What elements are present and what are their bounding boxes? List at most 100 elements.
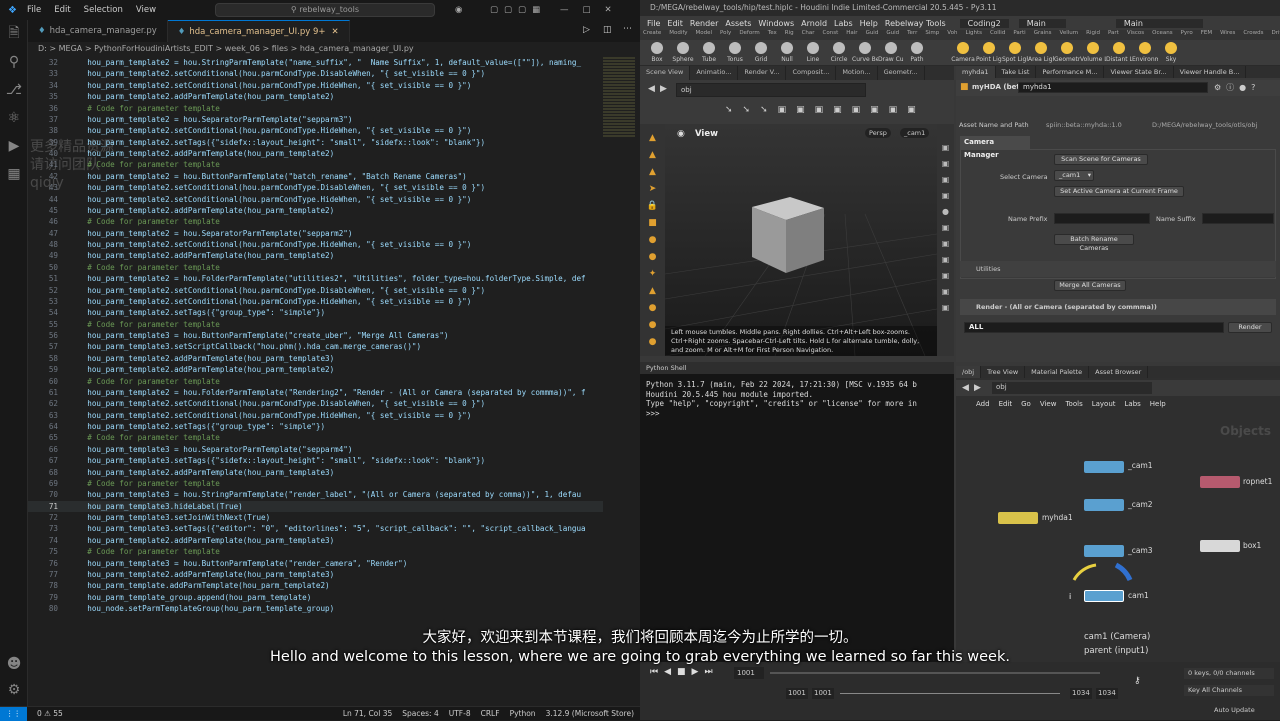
code-line[interactable]: 57 hou_parm_template3.setScriptCallback(… — [28, 341, 603, 352]
node-ropnet1[interactable] — [1200, 476, 1240, 488]
houdini-menu-item[interactable]: Main — [1018, 18, 1066, 28]
tab-hda-camera-manager-ui[interactable]: ♦ hda_camera_manager_UI.py 9+ ✕ — [167, 20, 350, 42]
code-line[interactable]: 36 # Code for parameter template — [28, 103, 603, 114]
shelf-tool[interactable]: Point Light — [976, 42, 1002, 63]
houdini-menu-item[interactable]: Labs — [834, 19, 853, 28]
code-line[interactable]: 72 hou_parm_template3.setJoinWithNext(Tr… — [28, 512, 603, 523]
interpreter[interactable]: 3.12.9 (Microsoft Store) — [546, 709, 634, 718]
problems-count[interactable]: 0 ⚠ 55 — [37, 709, 63, 718]
param-header-icons[interactable]: ⚙ⓘ●? — [1214, 82, 1260, 93]
code-line[interactable]: 47 hou_parm_template2 = hou.SeparatorPar… — [28, 228, 603, 239]
node-box1[interactable] — [1200, 540, 1240, 552]
explorer-icon[interactable]: 🗎 — [0, 20, 28, 48]
menu-edit[interactable]: Edit — [54, 5, 70, 15]
code-line[interactable]: 37 hou_parm_template2 = hou.SeparatorPar… — [28, 114, 603, 125]
render-field[interactable]: ALL — [964, 322, 1224, 333]
code-line[interactable]: 58 hou_parm_template2.addParmTemplate(ho… — [28, 353, 603, 364]
split-editor-icon[interactable]: ◫ — [603, 25, 612, 35]
shelf-tool[interactable]: Tube — [696, 42, 722, 63]
cursor-position[interactable]: Ln 71, Col 35 — [343, 709, 392, 718]
camera-menu[interactable]: _cam1 — [900, 128, 930, 138]
network-menu-item[interactable]: Labs — [1125, 400, 1141, 408]
shelf-tool[interactable]: Distant Light — [1106, 42, 1132, 63]
node-cam2-underscore[interactable] — [1084, 499, 1124, 511]
shelf-tool[interactable]: Environment Light — [1132, 42, 1158, 63]
shelf-tab[interactable]: Drive — [1272, 30, 1280, 36]
code-line[interactable]: 53 hou_parm_template2.setConditional(hou… — [28, 296, 603, 307]
range-slider[interactable] — [840, 693, 1060, 694]
code-line[interactable]: 63 hou_parm_template2.setConditional(hou… — [28, 410, 603, 421]
cube[interactable] — [752, 197, 824, 273]
current-frame-field[interactable]: 1001 — [734, 667, 764, 679]
network-menu-item[interactable]: Add — [976, 400, 990, 408]
extensions-icon[interactable]: ▦ — [0, 160, 28, 188]
code-line[interactable]: 74 hou_parm_template2.addParmTemplate(ho… — [28, 535, 603, 546]
panel-tab[interactable]: Performance M... — [1036, 66, 1105, 78]
houdini-menu-item[interactable]: Help — [860, 19, 878, 28]
panel-tab[interactable]: Material Palette — [1025, 366, 1090, 378]
houdini-menu-item[interactable]: Main — [1115, 18, 1203, 28]
panel-tab[interactable]: myhda1 — [956, 66, 996, 78]
command-center-search[interactable]: ⚲ rebelway_tools — [215, 3, 435, 17]
language-mode[interactable]: Python — [510, 709, 536, 718]
code-line[interactable]: 71 hou_parm_template3.hideLabel(True) — [28, 500, 603, 512]
minimap[interactable] — [603, 57, 635, 137]
key-icon[interactable]: ⚷ — [1134, 676, 1141, 686]
merge-all-cameras-button[interactable]: Merge All Cameras — [1054, 280, 1126, 291]
code-line[interactable]: 73 hou_parm_template3.setTags({"editor":… — [28, 523, 603, 534]
3d-viewport[interactable]: ◉ View Persp _cam1 — [665, 124, 937, 356]
remote-icon[interactable]: ⋮⋮ — [0, 706, 27, 721]
forward-arrow-icon[interactable]: ▶ — [660, 84, 667, 94]
playback-controls[interactable]: ⏮◀■▶⏭ — [650, 667, 719, 677]
houdini-menu-item[interactable]: Assets — [725, 19, 751, 28]
panel-tab[interactable]: Composit... — [786, 66, 837, 80]
node-myhda1[interactable] — [998, 512, 1038, 524]
code-line[interactable]: 61 hou_parm_template2 = hou.FolderParmTe… — [28, 387, 603, 398]
network-menu-item[interactable]: Edit — [999, 400, 1013, 408]
info-icon[interactable]: i — [1069, 592, 1071, 601]
panel-tab[interactable]: Scene View — [640, 66, 691, 80]
shelf-tool[interactable]: Box — [644, 42, 670, 63]
code-line[interactable]: 54 hou_parm_template2.setTags({"group_ty… — [28, 307, 603, 318]
code-line[interactable]: 64 hou_parm_template2.setTags({"group_ty… — [28, 421, 603, 432]
tab-hda-camera-manager[interactable]: ♦ hda_camera_manager.py — [28, 20, 168, 42]
menu-view[interactable]: View — [136, 5, 156, 15]
code-line[interactable]: 45 hou_parm_template2.addParmTemplate(ho… — [28, 205, 603, 216]
code-editor[interactable]: 32 hou_parm_template2 = hou.StringParmTe… — [28, 57, 603, 617]
key-all-channels-button[interactable]: Key All Channels — [1184, 685, 1274, 696]
network-menu-item[interactable]: View — [1040, 400, 1057, 408]
source-control-icon[interactable]: ⎇ — [0, 76, 28, 104]
code-line[interactable]: 56 hou_parm_template3 = hou.ButtonParmTe… — [28, 330, 603, 341]
panel-tab[interactable]: Tree View — [981, 366, 1026, 378]
network-menu-item[interactable]: Tools — [1065, 400, 1082, 408]
search-icon[interactable]: ⚲ — [0, 48, 28, 76]
testing-icon[interactable]: ⚛ — [0, 104, 28, 132]
code-line[interactable]: 69 # Code for parameter template — [28, 478, 603, 489]
viewport-path-field[interactable]: obj — [676, 83, 866, 97]
code-line[interactable]: 59 hou_parm_template2.addParmTemplate(ho… — [28, 364, 603, 375]
code-line[interactable]: 42 hou_parm_template2 = hou.ButtonParmTe… — [28, 171, 603, 182]
scan-scene-button[interactable]: Scan Scene for Cameras — [1054, 154, 1148, 165]
code-line[interactable]: 62 hou_parm_template2.setConditional(hou… — [28, 398, 603, 409]
shelf-tool[interactable]: Camera — [950, 42, 976, 63]
shelf-tool[interactable]: Sphere — [670, 42, 696, 63]
tool-icons[interactable]: ▲ ▲ ▲ ➤ 🔒 ■ ● ● ✦ ▲ ● ● ● — [640, 124, 665, 351]
code-line[interactable]: 65 # Code for parameter template — [28, 432, 603, 443]
panel-tab[interactable]: Viewer Handle B... — [1174, 66, 1247, 78]
code-line[interactable]: 34 hou_parm_template2.setConditional(hou… — [28, 80, 603, 91]
panel-tab[interactable]: Geometr... — [878, 66, 925, 80]
set-active-camera-button[interactable]: Set Active Camera at Current Frame — [1054, 186, 1184, 197]
name-suffix-field[interactable] — [1202, 213, 1274, 224]
shelf-tool[interactable]: Volume Light — [1080, 42, 1106, 63]
shelf-tool[interactable]: Curve Bezier — [852, 42, 878, 63]
persp-menu[interactable]: Persp — [865, 128, 891, 138]
code-line[interactable]: 39 hou_parm_template2.setTags({"sidefx::… — [28, 137, 603, 148]
code-line[interactable]: 43 hou_parm_template2.setConditional(hou… — [28, 182, 603, 193]
select-camera-dropdown[interactable]: _cam1 ▾ — [1054, 170, 1094, 181]
houdini-menu-item[interactable]: File — [647, 19, 660, 28]
shelf-tool[interactable]: Sky — [1158, 42, 1184, 63]
network-path-field[interactable]: obj — [992, 382, 1152, 394]
code-line[interactable]: 55 # Code for parameter template — [28, 319, 603, 330]
panel-tab[interactable]: Render V... — [738, 66, 787, 80]
window-controls[interactable]: —□✕ — [560, 5, 626, 15]
